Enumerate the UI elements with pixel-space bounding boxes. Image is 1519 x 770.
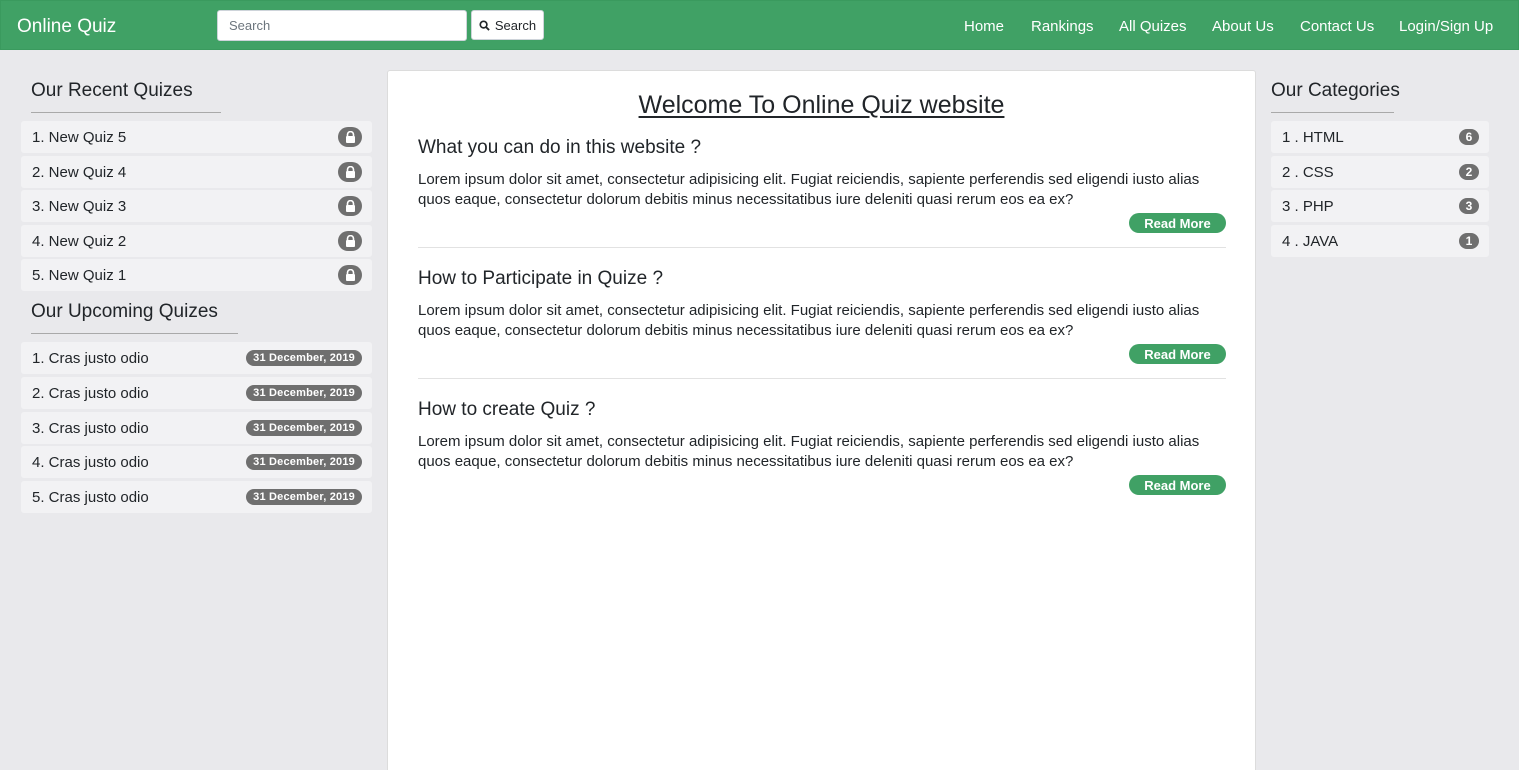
nav-rankings[interactable]: Rankings: [1031, 18, 1094, 35]
upcoming-quiz-label: 2. Cras justo odio: [32, 384, 149, 402]
info-section: How to create Quiz ? Lorem ipsum dolor s…: [418, 399, 1226, 495]
nav-home[interactable]: Home: [964, 18, 1004, 35]
nav-contact-us[interactable]: Contact Us: [1300, 18, 1374, 35]
category-item[interactable]: 3 . PHP 3: [1271, 190, 1489, 222]
section-heading: What you can do in this website ?: [418, 137, 702, 158]
section-body: Lorem ipsum dolor sit amet, consectetur …: [418, 302, 1200, 339]
count-badge: 2: [1459, 164, 1479, 180]
upcoming-quiz-label: 4. Cras justo odio: [32, 453, 149, 471]
info-section: What you can do in this website ? Lorem …: [418, 137, 1226, 233]
nav-login-signup[interactable]: Login/Sign Up: [1399, 18, 1493, 35]
recent-quiz-item[interactable]: 5. New Quiz 1: [21, 259, 372, 291]
upcoming-quiz-item[interactable]: 4. Cras justo odio 31 December, 2019: [21, 446, 372, 478]
lock-icon: [338, 127, 362, 147]
categories-title: Our Categories: [1271, 80, 1400, 113]
recent-quiz-label: 4. New Quiz 2: [32, 232, 127, 250]
search-button[interactable]: Search: [471, 10, 544, 40]
nav-all-quizes[interactable]: All Quizes: [1119, 18, 1187, 35]
category-label: 3 . PHP: [1282, 197, 1334, 215]
recent-quiz-label: 5. New Quiz 1: [32, 266, 127, 284]
upcoming-quizes-title: Our Upcoming Quizes: [31, 301, 238, 334]
recent-quiz-item[interactable]: 1. New Quiz 5: [21, 121, 372, 153]
category-item[interactable]: 4 . JAVA 1: [1271, 225, 1489, 257]
category-item[interactable]: 2 . CSS 2: [1271, 156, 1489, 188]
recent-quiz-item[interactable]: 2. New Quiz 4: [21, 156, 372, 188]
upcoming-quiz-item[interactable]: 1. Cras justo odio 31 December, 2019: [21, 342, 372, 374]
upcoming-quiz-item[interactable]: 5. Cras justo odio 31 December, 2019: [21, 481, 372, 513]
nav-about-us[interactable]: About Us: [1212, 18, 1274, 35]
navbar: Online Quiz Search Home Rankings All Qui…: [0, 0, 1519, 50]
recent-quiz-label: 2. New Quiz 4: [32, 163, 127, 181]
search-input[interactable]: [217, 10, 467, 41]
upcoming-quiz-label: 1. Cras justo odio: [32, 349, 149, 367]
read-more-button[interactable]: Read More: [1129, 475, 1226, 495]
date-badge: 31 December, 2019: [246, 350, 362, 366]
page-title: Welcome To Online Quiz website: [638, 91, 1005, 119]
section-divider: [418, 247, 1226, 248]
read-more-button[interactable]: Read More: [1129, 344, 1226, 364]
upcoming-quiz-label: 5. Cras justo odio: [32, 488, 149, 506]
search-button-label: Search: [494, 17, 537, 33]
recent-quiz-item[interactable]: 3. New Quiz 3: [21, 190, 372, 222]
lock-icon: [338, 231, 362, 251]
brand-logo[interactable]: Online Quiz: [17, 16, 116, 38]
count-badge: 1: [1459, 233, 1479, 249]
read-more-button[interactable]: Read More: [1129, 213, 1226, 233]
date-badge: 31 December, 2019: [246, 420, 362, 436]
count-badge: 6: [1459, 129, 1479, 145]
section-body: Lorem ipsum dolor sit amet, consectetur …: [418, 171, 1200, 208]
date-badge: 31 December, 2019: [246, 489, 362, 505]
category-item[interactable]: 1 . HTML 6: [1271, 121, 1489, 153]
search-icon: [479, 19, 490, 31]
info-section: How to Participate in Quize ? Lorem ipsu…: [418, 268, 1226, 364]
upcoming-quiz-item[interactable]: 3. Cras justo odio 31 December, 2019: [21, 412, 372, 444]
section-divider: [418, 378, 1226, 379]
section-body: Lorem ipsum dolor sit amet, consectetur …: [418, 433, 1200, 470]
upcoming-quiz-item[interactable]: 2. Cras justo odio 31 December, 2019: [21, 377, 372, 409]
recent-quiz-item[interactable]: 4. New Quiz 2: [21, 225, 372, 257]
main-content: Welcome To Online Quiz website What you …: [387, 70, 1256, 770]
date-badge: 31 December, 2019: [246, 454, 362, 470]
lock-icon: [338, 265, 362, 285]
category-label: 2 . CSS: [1282, 163, 1334, 181]
recent-quizes-title: Our Recent Quizes: [31, 80, 221, 113]
date-badge: 31 December, 2019: [246, 385, 362, 401]
recent-quiz-label: 3. New Quiz 3: [32, 197, 127, 215]
recent-quiz-label: 1. New Quiz 5: [32, 128, 127, 146]
section-heading: How to create Quiz ?: [418, 399, 596, 420]
upcoming-quiz-label: 3. Cras justo odio: [32, 419, 149, 437]
lock-icon: [338, 196, 362, 216]
count-badge: 3: [1459, 198, 1479, 214]
section-heading: How to Participate in Quize ?: [418, 268, 664, 289]
lock-icon: [338, 162, 362, 182]
category-label: 1 . HTML: [1282, 128, 1344, 146]
category-label: 4 . JAVA: [1282, 232, 1339, 250]
